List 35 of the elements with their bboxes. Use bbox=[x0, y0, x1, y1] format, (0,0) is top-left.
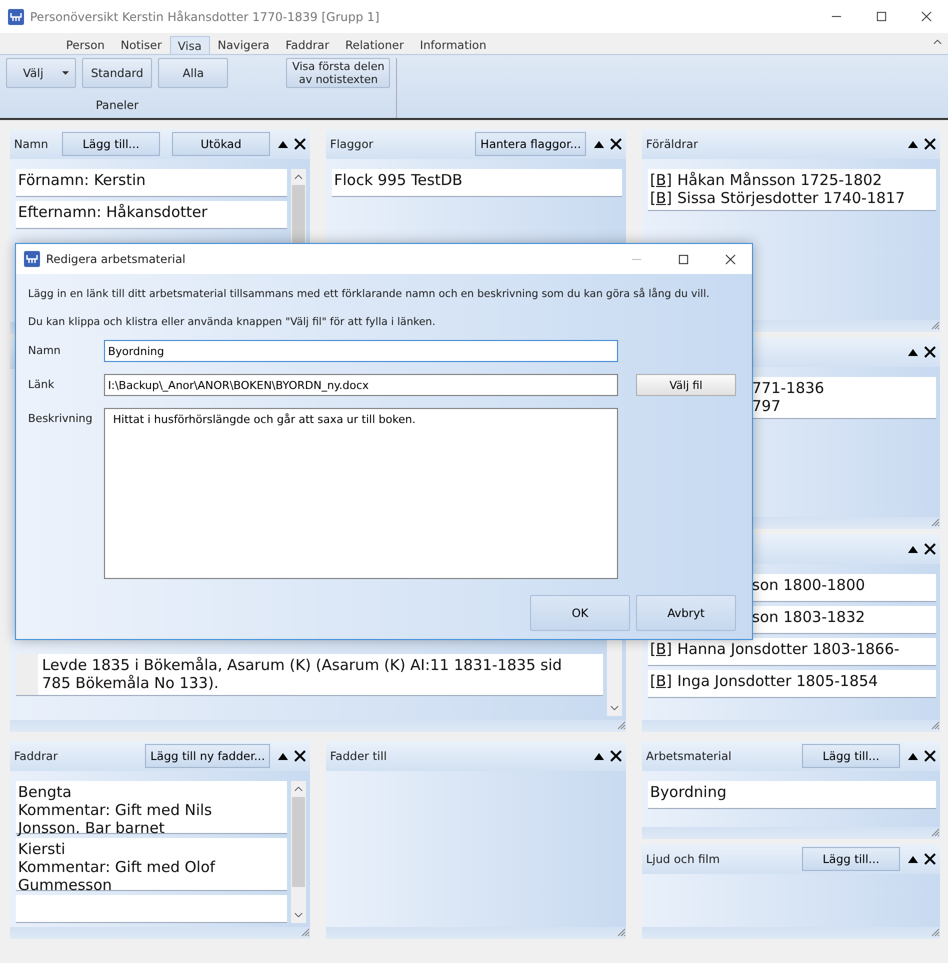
window-title: Personöversikt Kerstin Håkansdotter 1770-1839 [Grupp 1] bbox=[30, 10, 380, 24]
instruction-text: Lägg in en länk till ditt arbetsmaterial tillsammans med ett förklarande namn och en beskrivning som du kan göra så lång du vill. bbox=[28, 288, 710, 300]
item-text: Håkan Månsson 1725-1802 bbox=[677, 171, 882, 189]
item-text: Bengta bbox=[18, 783, 72, 801]
item-text: Flock 995 TestDB bbox=[334, 171, 462, 189]
panel-title: Arbetsmaterial bbox=[646, 749, 732, 763]
item-text: Gummesson bbox=[18, 876, 112, 894]
item-text: Kiersti bbox=[18, 840, 66, 858]
item-text: 771-1836 bbox=[752, 379, 824, 397]
panel-title: Flaggor bbox=[330, 137, 374, 151]
panel-title: Namn bbox=[14, 137, 48, 151]
panel-title: Föräldrar bbox=[646, 137, 698, 151]
item-text: Förnamn: Kerstin bbox=[18, 171, 146, 189]
panel-title: Fadder till bbox=[330, 749, 387, 763]
group-label: Paneler bbox=[96, 98, 139, 112]
item-text: Byordning bbox=[650, 783, 726, 801]
panel-title: Ljud och film bbox=[646, 852, 720, 866]
item-text: 785 Bökemåla No 133). bbox=[42, 674, 219, 692]
item-text: Kommentar: Gift med Olof bbox=[18, 858, 216, 876]
field-label: Länk bbox=[28, 377, 56, 391]
field-label: Namn bbox=[28, 343, 62, 357]
field-label: Beskrivning bbox=[28, 411, 94, 425]
item-text: son 1800-1800 bbox=[752, 576, 866, 594]
item-text: 797 bbox=[752, 397, 781, 415]
item-text: Levde 1835 i Bökemåla, Asarum (K) (Asarum (K) AI:11 1831-1835 sid bbox=[42, 656, 562, 674]
instruction-text: Du kan klippa och klistra eller använda knappen "Välj fil" för att fylla i länken. bbox=[28, 316, 436, 328]
item-text: Jonsson. Bar barnet bbox=[18, 819, 165, 837]
item-text: son 1803-1832 bbox=[752, 608, 866, 626]
panel-title: Faddrar bbox=[14, 749, 58, 763]
item-text: Inga Jonsdotter 1805-1854 bbox=[677, 672, 878, 690]
item-text: Sissa Störjesdotter 1740-1817 bbox=[677, 189, 905, 207]
dialog-title: Redigera arbetsmaterial bbox=[46, 252, 186, 266]
item-text: Kommentar: Gift med Nils bbox=[18, 801, 212, 819]
item-text: Efternamn: Håkansdotter bbox=[18, 203, 208, 221]
item-text: Hanna Jonsdotter 1803-1866- bbox=[677, 640, 900, 658]
